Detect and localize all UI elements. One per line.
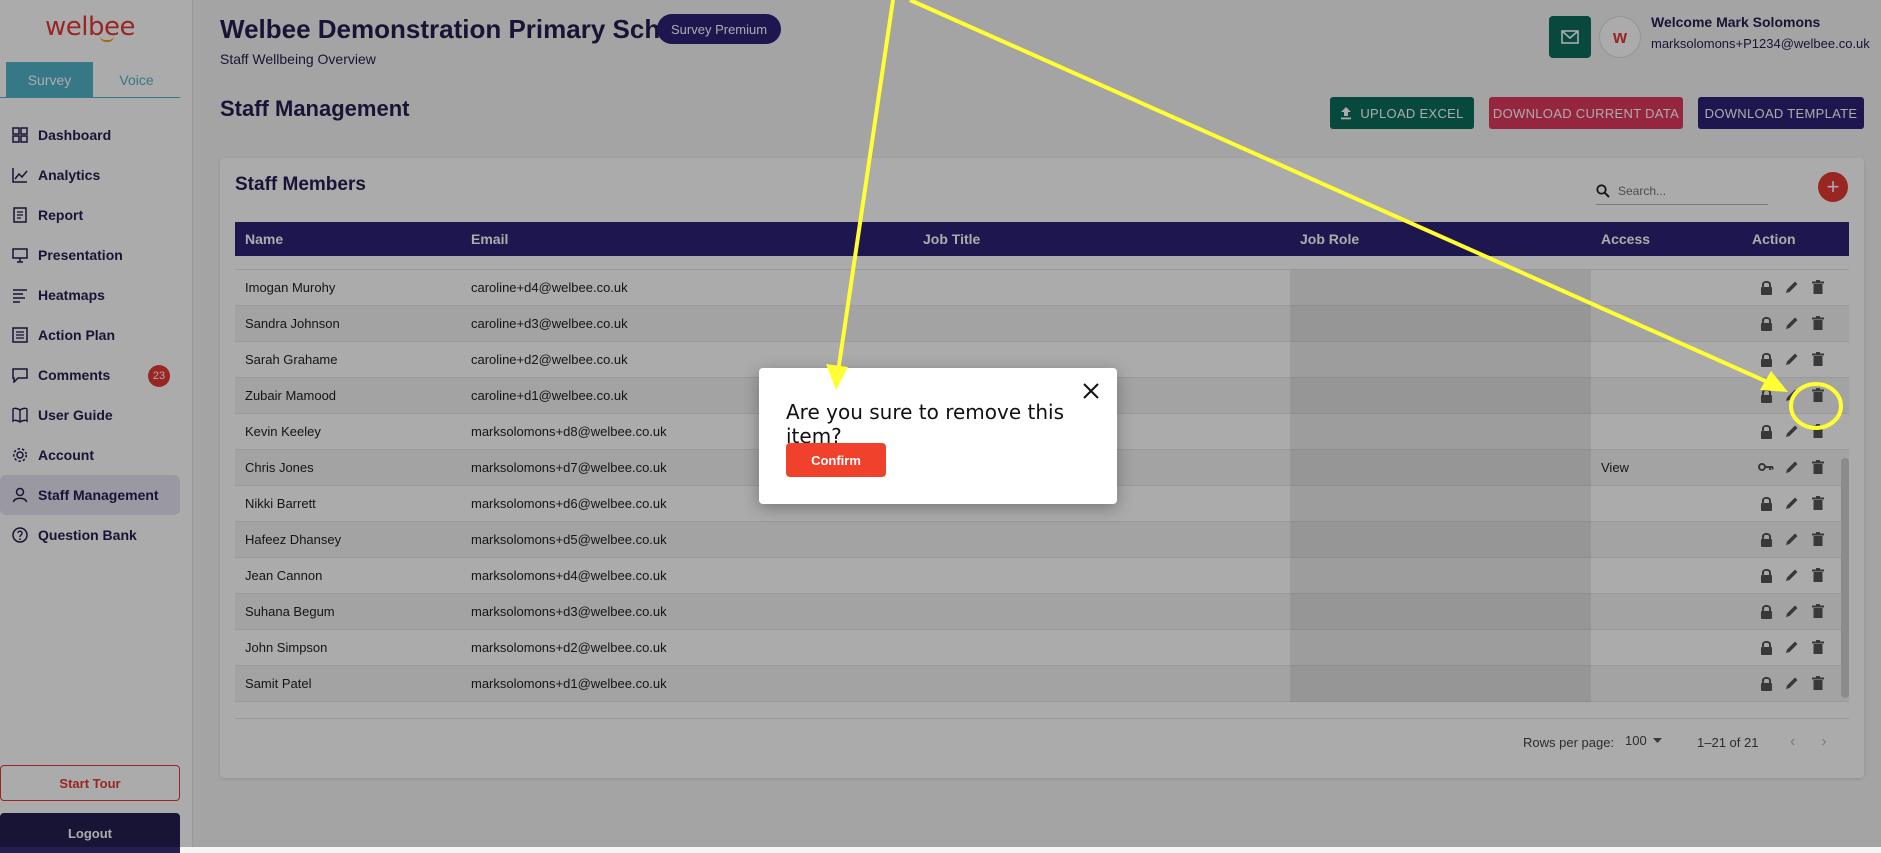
confirm-button[interactable]: Confirm [786, 443, 886, 477]
close-icon[interactable] [1081, 381, 1101, 401]
confirm-remove-dialog: Are you sure to remove this item? Confir… [759, 368, 1117, 504]
dialog-question: Are you sure to remove this item? [786, 400, 1065, 448]
